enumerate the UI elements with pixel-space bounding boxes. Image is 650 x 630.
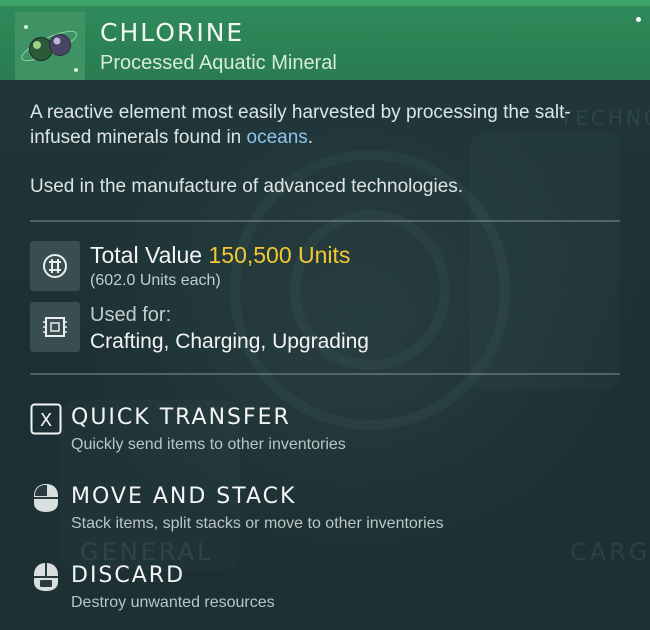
item-icon-box xyxy=(15,12,85,80)
divider xyxy=(30,373,620,375)
divider xyxy=(30,220,620,222)
corner-indicator-dot xyxy=(636,17,641,22)
x-key-icon: X xyxy=(30,403,62,435)
circuit-chip-icon xyxy=(43,317,67,337)
move-and-stack-title: MOVE AND STACK xyxy=(71,484,297,509)
quick-transfer-title: QUICK TRANSFER xyxy=(71,405,291,430)
total-value: Total Value 150,500 Units xyxy=(90,242,350,269)
description-usage: Used in the manufacture of advanced tech… xyxy=(30,176,464,197)
mouse-hold-icon xyxy=(34,563,58,591)
item-title: CHLORINE xyxy=(100,18,245,47)
used-for-label: Used for: xyxy=(90,304,172,326)
svg-text:X: X xyxy=(40,410,52,431)
item-header: CHLORINE Processed Aquatic Mineral xyxy=(0,0,650,80)
move-and-stack-action[interactable]: MOVE AND STACK Stack items, split stacks… xyxy=(30,482,590,542)
quick-transfer-action[interactable]: X QUICK TRANSFER Quickly send items to o… xyxy=(30,403,590,463)
chlorine-molecule-icon xyxy=(21,25,78,72)
discard-action[interactable]: DISCARD Destroy unwanted resources xyxy=(30,561,590,621)
currency-units-icon xyxy=(43,254,67,278)
description-period: . xyxy=(307,127,314,148)
discard-title: DISCARD xyxy=(71,563,186,588)
mouse-left-click-icon xyxy=(34,484,58,512)
quick-transfer-description: Quickly send items to other inventories xyxy=(71,436,346,453)
total-value-label: Total Value xyxy=(90,242,203,268)
value-icon-box xyxy=(30,241,80,291)
item-category: Processed Aquatic Mineral xyxy=(100,52,337,74)
move-and-stack-description: Stack items, split stacks or move to oth… xyxy=(71,515,444,532)
used-for-value: Crafting, Charging, Upgrading xyxy=(90,330,369,353)
description-paragraph: A reactive element most easily harvested… xyxy=(30,100,610,150)
unit-value-each: (602.0 Units each) xyxy=(90,272,221,289)
discard-description: Destroy unwanted resources xyxy=(71,594,275,611)
item-description: A reactive element most easily harvested… xyxy=(30,100,610,199)
usage-icon-box xyxy=(30,302,80,352)
oceans-link[interactable]: oceans xyxy=(247,127,308,148)
total-value-amount: 150,500 Units xyxy=(208,242,351,268)
